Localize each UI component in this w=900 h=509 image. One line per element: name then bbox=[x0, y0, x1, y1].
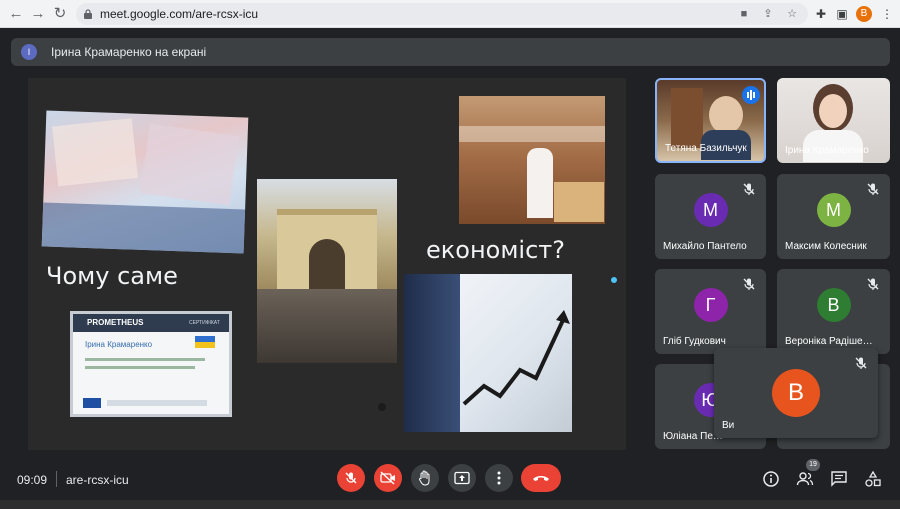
present-icon bbox=[454, 471, 470, 485]
bookmark-star-icon[interactable]: ☆ bbox=[784, 6, 800, 22]
chat-icon[interactable] bbox=[830, 470, 848, 488]
auditorium-photo bbox=[459, 96, 605, 224]
mic-toggle-button[interactable] bbox=[337, 464, 365, 492]
participant-tile-3[interactable]: М Михайло Пантело bbox=[655, 174, 766, 259]
divider bbox=[56, 471, 57, 487]
certificate-recipient: Ірина Крамаренко bbox=[85, 340, 153, 349]
participant-avatar: Г bbox=[693, 287, 728, 322]
participant-avatar: М bbox=[693, 192, 728, 227]
economist-chart-photo bbox=[404, 274, 572, 432]
hand-icon bbox=[419, 470, 430, 486]
participant-name: Гліб Гудкович bbox=[663, 336, 726, 347]
camera-off-icon bbox=[380, 471, 395, 485]
profile-avatar[interactable]: B bbox=[856, 6, 872, 22]
shared-screen: Чому саме економіст? PROMETHEUS СЕРТИФІК… bbox=[28, 78, 626, 450]
back-icon[interactable]: ← bbox=[6, 4, 26, 24]
camera-toggle-button[interactable] bbox=[374, 464, 402, 492]
participant-name: Михайло Пантело bbox=[663, 241, 747, 252]
address-bar[interactable]: meet.google.com/are-rcsx-icu ■ ⇪ ☆ bbox=[76, 3, 808, 25]
info-icon[interactable] bbox=[762, 470, 780, 488]
more-vert-icon bbox=[497, 471, 501, 485]
participant-tile-5[interactable]: Г Гліб Гудкович bbox=[655, 269, 766, 354]
certificate-label: СЕРТИФІКАТ bbox=[189, 320, 220, 326]
forward-icon[interactable]: → bbox=[28, 4, 48, 24]
camera-blocked-icon[interactable]: ■ bbox=[736, 6, 752, 22]
certificate-image: PROMETHEUS СЕРТИФІКАТ Ірина Крамаренко bbox=[70, 311, 232, 417]
participant-avatar: М bbox=[816, 192, 851, 227]
window-bottom-edge bbox=[0, 500, 900, 509]
mic-off-icon bbox=[867, 183, 879, 195]
present-screen-button[interactable] bbox=[448, 464, 476, 492]
mic-off-icon bbox=[345, 472, 357, 484]
self-avatar: B bbox=[772, 369, 820, 417]
speaking-indicator-icon bbox=[742, 86, 760, 104]
reload-icon[interactable]: ↻ bbox=[50, 4, 70, 24]
slide-title-right: економіст? bbox=[426, 236, 566, 264]
slide-title-left: Чому саме bbox=[46, 262, 178, 290]
meeting-code: are-rcsx-icu bbox=[66, 473, 129, 487]
mic-off-icon bbox=[743, 183, 755, 195]
self-name: Ви bbox=[722, 420, 735, 431]
participant-name: Тетяна Базильчук bbox=[665, 143, 747, 154]
participant-tile-4[interactable]: М Максим Колесник bbox=[777, 174, 890, 259]
mic-off-icon bbox=[855, 357, 867, 369]
participant-avatar: В bbox=[816, 287, 851, 322]
presenter-banner: І Ірина Крамаренко на екрані bbox=[11, 38, 890, 66]
url-text: meet.google.com/are-rcsx-icu bbox=[100, 7, 259, 21]
mic-off-icon bbox=[743, 278, 755, 290]
raise-hand-button[interactable] bbox=[411, 464, 439, 492]
participant-tile-2[interactable]: Ірина Крамаренко bbox=[777, 78, 890, 163]
certificate-brand: PROMETHEUS bbox=[87, 318, 144, 327]
participant-tile-1[interactable]: Тетяна Базильчук bbox=[655, 78, 766, 163]
building-photo bbox=[257, 179, 397, 363]
presenter-banner-text: Ірина Крамаренко на екрані bbox=[51, 45, 207, 59]
participant-tile-6[interactable]: В Вероніка Радіше… bbox=[777, 269, 890, 354]
mic-off-icon bbox=[867, 278, 879, 290]
more-options-button[interactable] bbox=[485, 464, 513, 492]
participants-count-badge: 19 bbox=[806, 459, 820, 471]
activities-icon[interactable] bbox=[864, 470, 882, 488]
browser-toolbar: ← → ↻ meet.google.com/are-rcsx-icu ■ ⇪ ☆… bbox=[0, 0, 900, 28]
share-icon[interactable]: ⇪ bbox=[760, 6, 776, 22]
self-view-tile[interactable]: B Ви bbox=[714, 348, 878, 438]
diplomas-photo bbox=[41, 110, 249, 254]
presenter-avatar: І bbox=[21, 44, 37, 60]
menu-kebab-icon[interactable]: ⋮ bbox=[878, 5, 896, 23]
leave-call-button[interactable] bbox=[521, 464, 561, 492]
extensions-icon[interactable]: ✚ bbox=[812, 5, 830, 23]
participant-name: Максим Колесник bbox=[785, 241, 867, 252]
laser-pointer bbox=[611, 277, 617, 283]
meeting-control-bar: 09:09 are-rcsx-icu bbox=[0, 458, 900, 500]
participant-name: Ірина Крамаренко bbox=[785, 145, 869, 156]
people-icon[interactable] bbox=[796, 470, 814, 488]
sidepanel-icon[interactable]: ▣ bbox=[833, 5, 851, 23]
slide-dot bbox=[378, 403, 386, 411]
hang-up-icon bbox=[533, 476, 549, 481]
lock-icon bbox=[84, 9, 92, 19]
meeting-time: 09:09 bbox=[17, 473, 48, 487]
participant-name: Вероніка Радіше… bbox=[785, 336, 873, 347]
